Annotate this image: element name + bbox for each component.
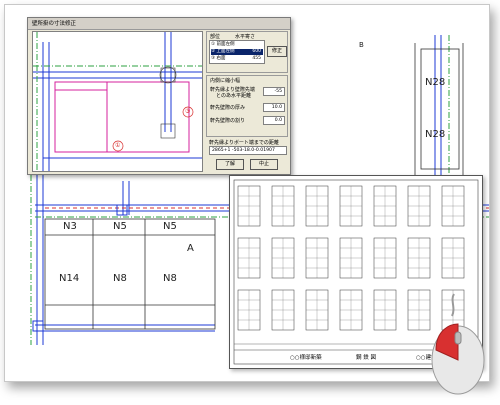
wall-panel-elevation	[339, 289, 363, 331]
computer-mouse-icon	[431, 293, 485, 395]
wall-panel-elevation	[441, 185, 465, 227]
room-label: N5	[113, 221, 127, 232]
wall-panel-elevation	[237, 237, 261, 279]
dialog-preview-canvas[interactable]: ① ③	[32, 31, 203, 172]
marker-1-label: ①	[115, 142, 121, 149]
ok-button[interactable]: 了解	[216, 159, 244, 170]
support-distance-label: 軒先縁よりボート端までの距離	[209, 140, 279, 146]
eave-dimension-dialog: 壁所掛の寸法修正 ① ③ 部位 水平寄さ ① 前面左側 ② 上面左側 600 ③…	[27, 17, 291, 175]
list-item[interactable]: ③ 右面 455	[211, 56, 263, 62]
marker-3-label: ③	[185, 108, 191, 115]
row2-input[interactable]: 10.0	[263, 103, 285, 112]
wall-panel-elevation	[373, 185, 397, 227]
sheet-drawing-name: 鋼 鉄 図	[356, 355, 376, 361]
list-header-part: 部位	[210, 34, 221, 40]
wall-panel-elevation	[373, 289, 397, 331]
list-item[interactable]: ① 前面左側	[211, 42, 263, 48]
wall-panel-elevation	[407, 237, 431, 279]
side-room-label: N28	[425, 77, 446, 88]
inner-reduction-group: 内側に縮小幅 軒先縁より壁際先端 とのあ水平距離 -55 軒先壁際の厚み 10.…	[206, 75, 288, 137]
wall-panel-elevation	[441, 237, 465, 279]
section-label-a: A	[187, 243, 194, 254]
dialog-titlebar: 壁所掛の寸法修正	[28, 18, 290, 30]
drawing-sheet: N3 N5 N5 N14 N8 N8 A B N28 N28 壁所掛の寸法修正	[4, 4, 490, 382]
sheet-project-label: ○○様邸新築	[290, 355, 322, 361]
section-label-b: B	[359, 41, 364, 49]
cancel-button[interactable]: 中止	[250, 159, 278, 170]
room-label: N14	[59, 273, 80, 284]
preview-drawing	[33, 32, 202, 171]
row1-input[interactable]: -55	[263, 87, 285, 96]
wall-panel-elevation	[271, 185, 295, 227]
room-label: N8	[163, 273, 177, 284]
row3-label: 軒先壁際の割り	[210, 118, 246, 124]
wall-panel-elevation	[237, 289, 261, 331]
room-label: N3	[63, 221, 77, 232]
row1-label-2: とのあ水平距離	[216, 93, 251, 99]
group-label: 内側に縮小幅	[210, 78, 241, 84]
wall-panel-elevation	[407, 289, 431, 331]
wall-panel-elevation	[373, 237, 397, 279]
wall-panel-elevation	[305, 185, 329, 227]
room-label: N5	[163, 221, 177, 232]
wall-panel-elevation	[407, 185, 431, 227]
side-room-label: N28	[425, 129, 446, 140]
room-label: N8	[113, 273, 127, 284]
wall-panel-elevation	[339, 185, 363, 227]
wall-panel-elevation	[305, 237, 329, 279]
row3-input[interactable]: 0.0	[263, 116, 285, 125]
row2-label: 軒先壁際の厚み	[210, 105, 246, 111]
wall-panel-elevation	[237, 185, 261, 227]
list-header-height: 水平寄さ	[235, 34, 256, 40]
dialog-controls: 部位 水平寄さ ① 前面左側 ② 上面左側 600 ③ 右面 455 修正 内側…	[206, 31, 288, 170]
part-listbox[interactable]: ① 前面左側 ② 上面左側 600 ③ 右面 455	[209, 40, 265, 64]
wall-panel-elevation	[339, 237, 363, 279]
wall-panel-elevation	[271, 289, 295, 331]
part-list-group: 部位 水平寄さ ① 前面左側 ② 上面左側 600 ③ 右面 455 修正	[206, 31, 288, 73]
dialog-title: 壁所掛の寸法修正	[32, 21, 77, 27]
list-item-selected[interactable]: ② 上面左側 600	[211, 49, 263, 55]
wall-panel-elevation	[305, 289, 329, 331]
wall-panel-elevation	[271, 237, 295, 279]
correct-button[interactable]: 修正	[267, 46, 287, 57]
formula-field[interactable]: 2865+1 -503-18.0-0.01907	[209, 146, 287, 155]
